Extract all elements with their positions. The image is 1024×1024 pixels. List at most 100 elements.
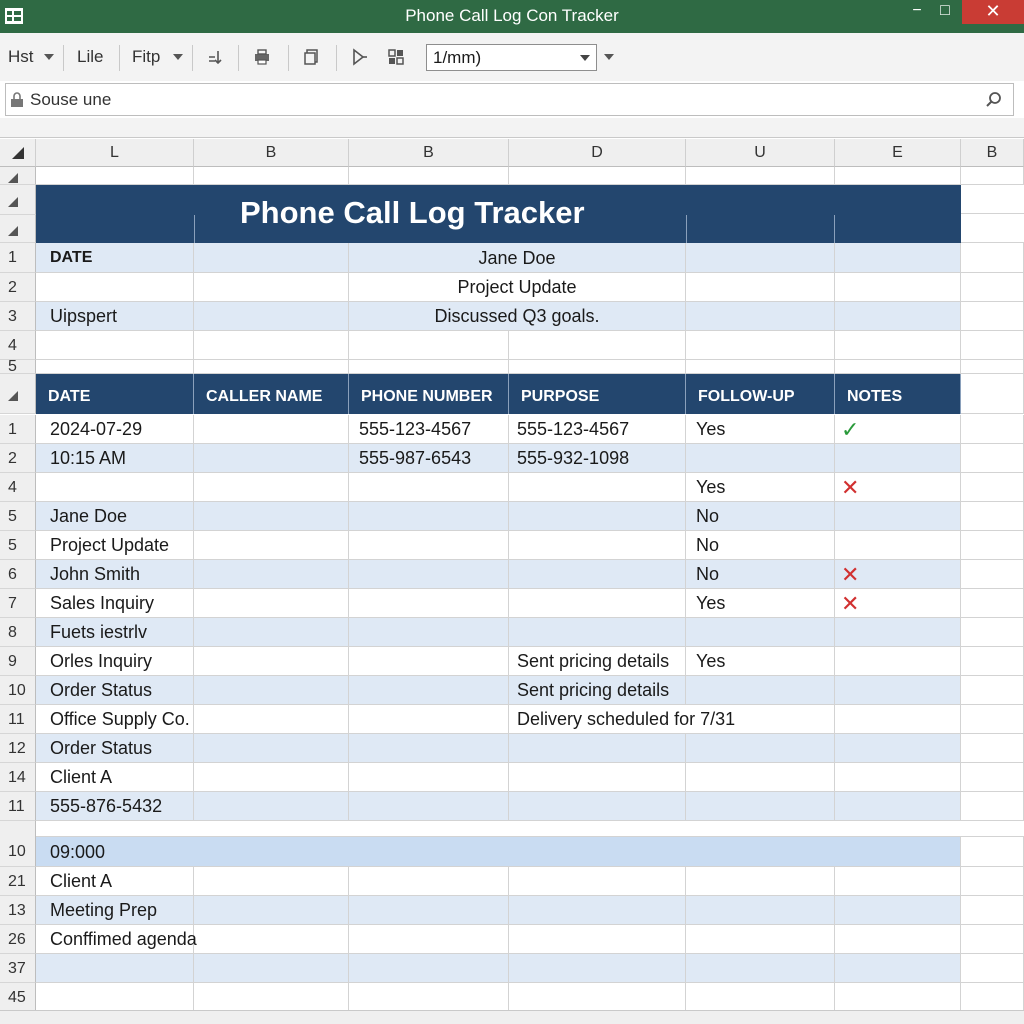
cell[interactable]: 2024-07-29 bbox=[36, 415, 194, 444]
cell[interactable] bbox=[686, 302, 835, 331]
cell[interactable] bbox=[686, 896, 835, 925]
cell[interactable] bbox=[194, 705, 349, 734]
cell[interactable] bbox=[961, 983, 1024, 1012]
column-header[interactable]: D bbox=[509, 139, 686, 167]
chevron-down-icon[interactable] bbox=[604, 54, 614, 60]
cell[interactable] bbox=[194, 647, 349, 676]
cell[interactable] bbox=[686, 676, 835, 705]
cell[interactable] bbox=[349, 647, 509, 676]
cell[interactable] bbox=[194, 531, 349, 560]
row-header[interactable]: 13 bbox=[0, 896, 36, 925]
cell[interactable] bbox=[509, 983, 686, 1012]
cell[interactable] bbox=[835, 531, 961, 560]
cell[interactable] bbox=[835, 618, 961, 647]
row-header[interactable]: 11 bbox=[0, 792, 36, 821]
cell[interactable]: Meeting Prep bbox=[36, 896, 194, 925]
minimize-button[interactable]: − bbox=[900, 0, 934, 24]
print-icon[interactable] bbox=[252, 47, 272, 67]
cell[interactable]: Order Status bbox=[36, 734, 194, 763]
cell[interactable]: Delivery scheduled for 7/31 bbox=[509, 705, 735, 734]
row-header[interactable]: 4 bbox=[0, 331, 36, 360]
cell[interactable]: Client A bbox=[36, 763, 194, 792]
row-header[interactable]: 3 bbox=[0, 302, 36, 331]
cell[interactable]: DATE bbox=[36, 243, 194, 273]
cell[interactable] bbox=[961, 837, 1024, 867]
cell[interactable]: Yes bbox=[686, 647, 835, 676]
cell[interactable] bbox=[36, 167, 194, 185]
cell[interactable] bbox=[961, 473, 1024, 502]
cell[interactable] bbox=[36, 331, 194, 360]
cell[interactable] bbox=[961, 618, 1024, 647]
cell[interactable] bbox=[349, 618, 509, 647]
cell[interactable] bbox=[961, 331, 1024, 360]
table-header-cell[interactable]: DATE bbox=[36, 374, 194, 414]
row-header[interactable]: 1 bbox=[0, 415, 36, 444]
cell[interactable] bbox=[194, 415, 349, 444]
cell[interactable]: Fuets iestrlv bbox=[36, 618, 194, 647]
cell[interactable] bbox=[835, 763, 961, 792]
cell[interactable] bbox=[961, 734, 1024, 763]
cell[interactable] bbox=[835, 360, 961, 374]
cell[interactable] bbox=[686, 763, 835, 792]
table-header-cell[interactable]: NOTES bbox=[835, 374, 961, 414]
cell[interactable] bbox=[686, 618, 835, 647]
cell[interactable] bbox=[194, 560, 349, 589]
cell[interactable] bbox=[349, 925, 509, 954]
cell[interactable] bbox=[961, 185, 1024, 214]
cell[interactable] bbox=[194, 867, 349, 896]
cell[interactable]: Yes bbox=[686, 473, 835, 502]
cell[interactable] bbox=[835, 954, 961, 983]
column-header[interactable]: E bbox=[835, 139, 961, 167]
cell[interactable] bbox=[835, 734, 961, 763]
cell[interactable]: Conffimed agenda bbox=[36, 925, 197, 954]
cell[interactable] bbox=[835, 983, 961, 1012]
cell[interactable] bbox=[349, 360, 509, 374]
row-header[interactable] bbox=[0, 374, 36, 414]
row-header[interactable]: 26 bbox=[0, 925, 36, 954]
cell[interactable] bbox=[349, 734, 509, 763]
row-header[interactable]: 12 bbox=[0, 734, 36, 763]
cell[interactable]: No bbox=[686, 560, 835, 589]
row-header[interactable] bbox=[0, 185, 36, 215]
cell[interactable] bbox=[349, 896, 509, 925]
row-header[interactable]: 5 bbox=[0, 531, 36, 560]
cell[interactable] bbox=[509, 867, 686, 896]
cell[interactable]: Project Update bbox=[349, 273, 686, 302]
cell[interactable] bbox=[961, 896, 1024, 925]
cell[interactable] bbox=[349, 705, 509, 734]
cell[interactable] bbox=[194, 676, 349, 705]
cell[interactable] bbox=[686, 983, 835, 1012]
cell[interactable]: 555-932-1098 bbox=[509, 444, 686, 473]
cell[interactable] bbox=[194, 473, 349, 502]
cell[interactable] bbox=[349, 560, 509, 589]
cell[interactable] bbox=[509, 360, 686, 374]
cell[interactable]: No bbox=[686, 531, 835, 560]
cell[interactable] bbox=[961, 925, 1024, 954]
row-header[interactable]: 14 bbox=[0, 763, 36, 792]
cell[interactable] bbox=[835, 331, 961, 360]
cell[interactable] bbox=[686, 954, 835, 983]
cell[interactable]: Sent pricing details bbox=[509, 647, 686, 676]
cell[interactable]: Sales Inquiry bbox=[36, 589, 194, 618]
cell[interactable]: Client A bbox=[36, 867, 194, 896]
filter-icon[interactable] bbox=[350, 47, 370, 67]
copy-icon[interactable] bbox=[302, 47, 322, 67]
row-header[interactable]: 6 bbox=[0, 560, 36, 589]
menu-lile[interactable]: Lile bbox=[77, 47, 103, 67]
cell[interactable] bbox=[961, 374, 1024, 414]
cell[interactable] bbox=[349, 676, 509, 705]
cell[interactable] bbox=[686, 734, 835, 763]
cell[interactable]: No bbox=[686, 502, 835, 531]
cell[interactable] bbox=[961, 273, 1024, 302]
cell[interactable] bbox=[194, 243, 349, 273]
cell[interactable] bbox=[961, 444, 1024, 473]
cell[interactable] bbox=[509, 925, 686, 954]
cell[interactable] bbox=[835, 896, 961, 925]
cell[interactable]: Yes bbox=[686, 415, 835, 444]
cell[interactable]: 555-123-4567 bbox=[349, 415, 509, 444]
cell[interactable] bbox=[961, 243, 1024, 273]
cell[interactable] bbox=[835, 167, 961, 185]
row-header[interactable]: 4 bbox=[0, 473, 36, 502]
cell[interactable] bbox=[686, 867, 835, 896]
cell[interactable] bbox=[194, 331, 349, 360]
